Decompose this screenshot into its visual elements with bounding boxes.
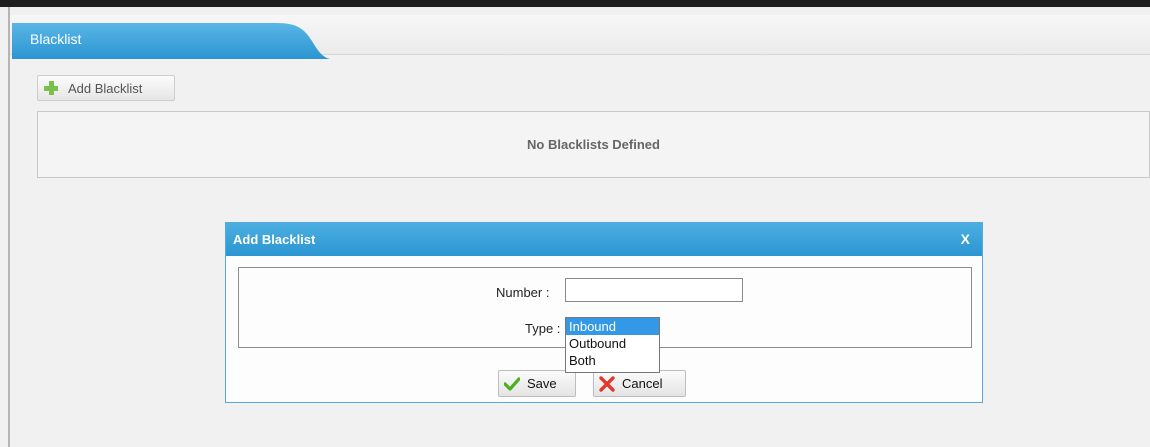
add-blacklist-dialog: Add Blacklist X Number : Type : Inbound … bbox=[225, 222, 983, 403]
save-button[interactable]: Save bbox=[498, 370, 576, 397]
tab-blacklist[interactable]: Blacklist bbox=[12, 23, 330, 59]
cancel-button[interactable]: Cancel bbox=[593, 370, 686, 397]
tab-strip: Blacklist bbox=[10, 15, 1150, 59]
dialog-header: Add Blacklist X bbox=[226, 223, 982, 256]
type-option-both[interactable]: Both bbox=[566, 352, 659, 369]
empty-message: No Blacklists Defined bbox=[527, 137, 660, 152]
type-option-outbound[interactable]: Outbound bbox=[566, 335, 659, 352]
dialog-title: Add Blacklist bbox=[233, 232, 316, 247]
type-option-inbound[interactable]: Inbound bbox=[566, 318, 659, 335]
add-blacklist-label: Add Blacklist bbox=[68, 80, 143, 96]
x-icon bbox=[599, 375, 615, 392]
tab-label: Blacklist bbox=[30, 31, 82, 47]
plus-icon bbox=[44, 81, 58, 95]
add-blacklist-button[interactable]: Add Blacklist bbox=[37, 75, 175, 101]
close-icon[interactable]: X bbox=[961, 231, 970, 247]
cancel-label: Cancel bbox=[622, 376, 663, 391]
top-bar bbox=[0, 0, 1150, 7]
check-icon bbox=[504, 376, 520, 391]
number-input[interactable] bbox=[565, 278, 743, 302]
blacklist-list: No Blacklists Defined bbox=[37, 111, 1150, 178]
type-label: Type : bbox=[525, 321, 561, 336]
number-label: Number : bbox=[496, 285, 550, 300]
type-select-dropdown[interactable]: Inbound Outbound Both bbox=[565, 317, 660, 373]
save-label: Save bbox=[527, 376, 557, 391]
